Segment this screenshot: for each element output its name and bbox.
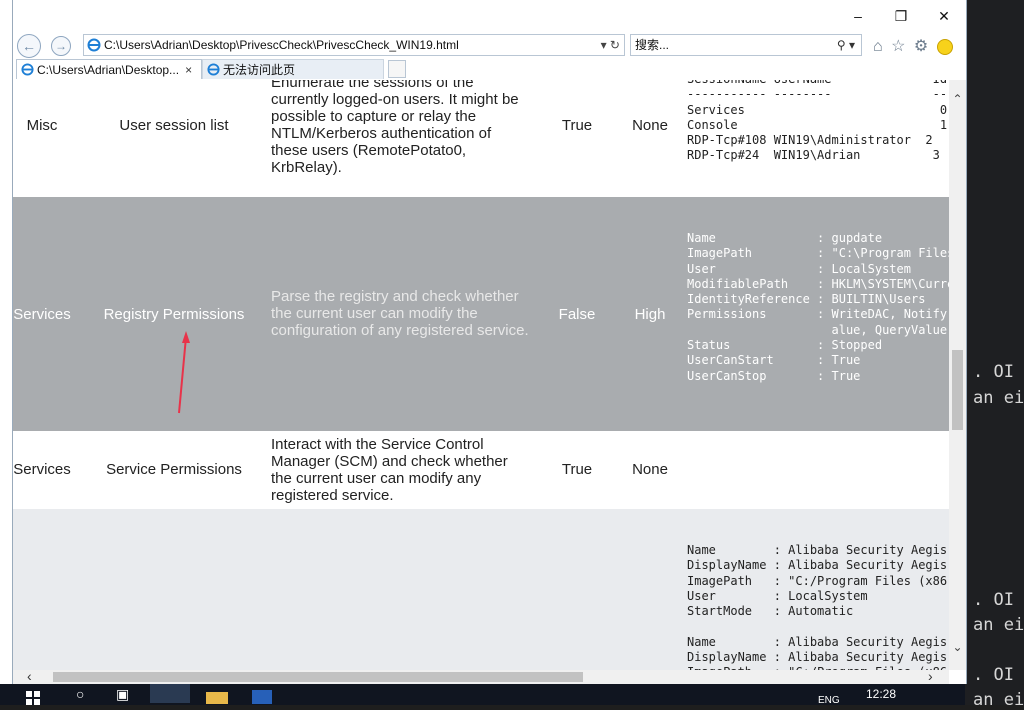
powershell-icon[interactable] [252,690,272,704]
scroll-up-icon[interactable]: ⌃ [949,92,966,106]
search-icon[interactable]: ⚲ ▾ [837,35,855,55]
taskbar-clock[interactable]: 12:28 [866,687,896,701]
tab-label: C:\Users\Adrian\Desktop... [37,63,180,77]
annotation-arrow [178,331,190,414]
minimize-button[interactable]: – [843,6,873,26]
terminal-line: . OI [973,665,1014,685]
search-placeholder: 搜索... [635,38,670,52]
file-explorer-icon[interactable] [206,692,228,704]
tab-privesccheck[interactable]: C:\Users\Adrian\Desktop... × [16,59,202,79]
cell-current-user: True [561,117,593,134]
horizontal-scrollbar[interactable]: ‹ › [13,668,949,684]
background-window-edge [0,0,12,705]
forward-button[interactable]: → [51,36,71,56]
cell-result: Name : gupdate ImagePath : "C:\Program F… [687,231,949,383]
cell-severity: None [632,117,668,134]
ie-tab-icon [21,63,34,76]
scroll-left-icon[interactable]: ‹ [27,668,32,684]
cell-description: Interact with the Service Control Manage… [271,436,508,504]
refresh-icon[interactable]: ▾ ↻ [601,35,620,55]
favorites-star-icon[interactable]: ☆ [891,38,905,55]
cell-check-name: Service Permissions [106,461,242,478]
table-row-highlighted: Services Registry Permissions Parse the … [13,197,949,431]
feedback-smiley-icon[interactable] [936,38,953,55]
tab-close-icon[interactable]: × [185,63,192,77]
cell-result: Name : Alibaba Security Aegis DisplayNam… [687,543,949,670]
settings-gear-icon[interactable]: ⚙ [914,38,928,55]
address-url: C:\Users\Adrian\Desktop\PrivescCheck\Pri… [104,38,459,52]
windows-start-icon[interactable] [26,691,40,705]
close-button[interactable]: ✕ [929,6,959,26]
taskbar: ○ ▣ ENG 12:28 [0,684,965,706]
tab-bar: C:\Users\Adrian\Desktop... × 无法访问此页 [13,58,966,81]
cell-current-user: True [561,461,593,478]
report-table: Misc User session list Enumerate the ses… [13,80,949,670]
scroll-right-icon[interactable]: › [928,668,933,684]
back-button[interactable]: ← [17,34,41,58]
vertical-scrollbar[interactable]: ⌃ ⌄ [949,80,966,670]
terminal-line: . OI [973,362,1014,382]
terminal-line: . OI [973,590,1014,610]
ie-tab-icon [207,63,220,76]
terminal-line: an ei [973,615,1024,635]
ie-page-icon [87,38,101,52]
cell-category: Services [13,461,71,478]
cell-current-user: False [558,306,596,323]
terminal-line: an ei [973,690,1024,710]
address-row: ← → C:\Users\Adrian\Desktop\PrivescCheck… [13,32,966,58]
cell-check-name: User session list [119,117,229,134]
cell-result: SessionName UserName Id ----------- ----… [687,80,948,163]
cell-description: Enumerate the sessions of the currently … [271,80,519,176]
ie-window: – ❐ ✕ ← → C:\Users\Adrian\Desktop\Prives… [12,0,967,684]
address-bar[interactable]: C:\Users\Adrian\Desktop\PrivescCheck\Pri… [83,34,625,56]
new-tab-button[interactable] [388,60,406,78]
home-icon[interactable]: ⌂ [873,38,883,55]
cell-category: Misc [26,117,58,134]
search-box[interactable]: 搜索... ⚲ ▾ [630,34,862,56]
cell-severity: High [634,306,666,323]
table-row: Misc User session list Enumerate the ses… [13,80,949,197]
restore-button[interactable]: ❐ [886,6,916,26]
background-terminal: . OI an ei . OI an ei . OI an ei [965,0,1024,710]
vertical-scroll-thumb[interactable] [952,350,963,430]
table-row: Services Service Permissions Interact wi… [13,431,949,509]
title-bar: – ❐ ✕ [13,0,966,32]
scroll-down-icon[interactable]: ⌄ [949,640,966,654]
tab-label: 无法访问此页 [223,63,296,77]
taskbar-ie-icon[interactable] [150,684,190,703]
toolbar-icons: ⌂ ☆ ⚙ [873,36,957,56]
table-row: Name : Alibaba Security Aegis DisplayNam… [13,509,949,670]
cell-severity: None [632,461,668,478]
cell-description: Parse the registry and check whether the… [271,288,529,339]
tab-cannot-access[interactable]: 无法访问此页 [202,59,384,79]
horizontal-scroll-thumb[interactable] [53,672,583,682]
task-view-icon[interactable]: ▣ [116,686,129,703]
search-icon[interactable]: ○ [76,686,84,702]
input-language[interactable]: ENG [818,695,840,706]
terminal-line: an ei [973,388,1024,408]
